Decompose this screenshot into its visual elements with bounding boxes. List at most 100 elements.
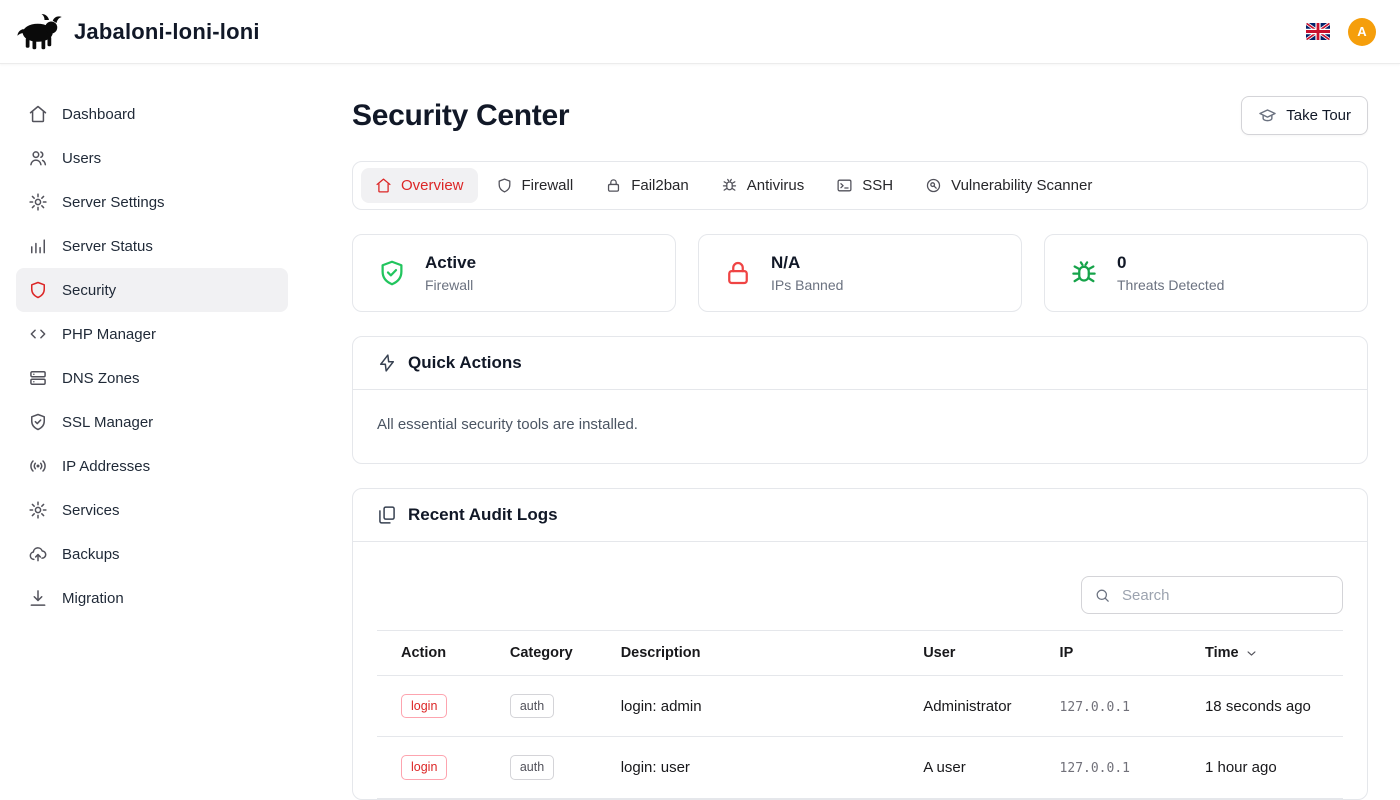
brand[interactable]: Jabaloni-loni-loni <box>16 14 260 50</box>
sidebar-item[interactable]: Migration <box>16 576 288 620</box>
ip-cell: 127.0.0.1 <box>1036 737 1181 798</box>
ip-value: 127.0.0.1 <box>1060 761 1130 776</box>
user-avatar[interactable]: A <box>1348 18 1376 46</box>
graduation-cap-icon <box>1258 106 1277 125</box>
stat-label: Firewall <box>425 277 476 293</box>
description-cell: login: admin <box>597 676 899 737</box>
stats-row: Active Firewall N/A IPs Banned 0 <box>352 234 1368 312</box>
sidebar: Dashboard Users Server Settings Server S… <box>0 64 304 800</box>
sidebar-item-label: Server Status <box>62 238 153 255</box>
sidebar-item[interactable]: PHP Manager <box>16 312 288 356</box>
category-badge: auth <box>510 694 554 718</box>
quick-actions-message: All essential security tools are install… <box>353 390 1367 463</box>
stat-label: IPs Banned <box>771 277 843 293</box>
category-badge: auth <box>510 755 554 779</box>
tab[interactable]: Fail2ban <box>591 168 703 203</box>
language-flag-icon[interactable] <box>1306 23 1330 40</box>
stat-value: N/A <box>771 253 843 273</box>
stat-card: N/A IPs Banned <box>698 234 1022 312</box>
tab-icon <box>496 177 513 194</box>
col-time-label: Time <box>1205 645 1239 661</box>
tab[interactable]: Overview <box>361 168 478 203</box>
sidebar-item-label: Migration <box>62 590 124 607</box>
audit-logs-body: Action Category Description User IP Time <box>353 542 1367 799</box>
tab[interactable]: Vulnerability Scanner <box>911 168 1106 203</box>
user-cell: Administrator <box>899 676 1035 737</box>
tab-label: Vulnerability Scanner <box>951 177 1092 194</box>
sidebar-item[interactable]: Server Status <box>16 224 288 268</box>
tab-label: Antivirus <box>747 177 805 194</box>
sidebar-item[interactable]: Services <box>16 488 288 532</box>
table-row: login auth login: admin Administrator 12… <box>377 676 1343 737</box>
tab-icon <box>925 177 942 194</box>
sidebar-item[interactable]: SSL Manager <box>16 400 288 444</box>
sidebar-item-label: Users <box>62 150 101 167</box>
sidebar-item[interactable]: Server Settings <box>16 180 288 224</box>
user-cell: A user <box>899 737 1035 798</box>
quick-actions-card: Quick Actions All essential security too… <box>352 336 1368 464</box>
sidebar-item-icon <box>28 236 48 256</box>
sidebar-item-icon <box>28 280 48 300</box>
sidebar-item-label: Backups <box>62 546 120 563</box>
stat-text: N/A IPs Banned <box>771 253 843 293</box>
sidebar-item-icon <box>28 544 48 564</box>
action-cell: login <box>377 676 486 737</box>
sidebar-item-label: Dashboard <box>62 106 135 123</box>
sidebar-item-icon <box>28 148 48 168</box>
bull-logo-icon <box>16 14 64 50</box>
sidebar-item-icon <box>28 104 48 124</box>
tab-icon <box>836 177 853 194</box>
sidebar-item-icon <box>28 456 48 476</box>
tab[interactable]: Firewall <box>482 168 588 203</box>
action-badge: login <box>401 694 447 718</box>
audit-logs-header: Recent Audit Logs <box>353 489 1367 541</box>
tab[interactable]: SSH <box>822 168 907 203</box>
search-icon <box>1094 587 1111 604</box>
quick-actions-title: Quick Actions <box>408 353 522 373</box>
category-cell: auth <box>486 737 597 798</box>
stat-icon <box>377 258 407 288</box>
sidebar-item-label: DNS Zones <box>62 370 140 387</box>
main-content: Security Center Take Tour Overview Firew… <box>304 64 1400 800</box>
tab[interactable]: Antivirus <box>707 168 819 203</box>
sidebar-item-icon <box>28 588 48 608</box>
stat-label: Threats Detected <box>1117 277 1224 293</box>
sidebar-item-icon <box>28 412 48 432</box>
sidebar-item[interactable]: Users <box>16 136 288 180</box>
sidebar-item-icon <box>28 192 48 212</box>
security-tabs: Overview Firewall Fail2ban Antivirus <box>352 161 1368 210</box>
sidebar-item[interactable]: Dashboard <box>16 92 288 136</box>
table-row: login auth login: user A user 127.0.0.1 … <box>377 737 1343 798</box>
tab-label: Overview <box>401 177 464 194</box>
take-tour-button[interactable]: Take Tour <box>1241 96 1368 135</box>
audit-logs-title: Recent Audit Logs <box>408 505 558 525</box>
sidebar-item-label: Server Settings <box>62 194 165 211</box>
stat-card: 0 Threats Detected <box>1044 234 1368 312</box>
tab-icon <box>605 177 622 194</box>
sidebar-item[interactable]: Backups <box>16 532 288 576</box>
stat-icon <box>1069 258 1099 288</box>
audit-logs-card: Recent Audit Logs <box>352 488 1368 800</box>
time-cell: 18 seconds ago <box>1181 676 1343 737</box>
sidebar-item-icon <box>28 324 48 344</box>
search-box <box>1081 576 1343 614</box>
sidebar-item-label: SSL Manager <box>62 414 153 431</box>
sidebar-item-label: IP Addresses <box>62 458 150 475</box>
table-header-row: Action Category Description User IP Time <box>377 631 1343 676</box>
time-sort-control[interactable]: Time <box>1205 645 1319 661</box>
col-category: Category <box>486 631 597 676</box>
sidebar-item[interactable]: DNS Zones <box>16 356 288 400</box>
clipboard-icon <box>377 505 397 525</box>
lightning-icon <box>377 353 397 373</box>
sidebar-item-label: Security <box>62 282 116 299</box>
app-title: Jabaloni-loni-loni <box>74 19 260 45</box>
sidebar-item[interactable]: Security <box>16 268 288 312</box>
search-input[interactable] <box>1120 586 1330 605</box>
col-action: Action <box>377 631 486 676</box>
sidebar-item[interactable]: IP Addresses <box>16 444 288 488</box>
col-user: User <box>899 631 1035 676</box>
tab-label: Fail2ban <box>631 177 689 194</box>
action-cell: login <box>377 737 486 798</box>
layout: Dashboard Users Server Settings Server S… <box>0 64 1400 800</box>
top-bar: Jabaloni-loni-loni A <box>0 0 1400 64</box>
